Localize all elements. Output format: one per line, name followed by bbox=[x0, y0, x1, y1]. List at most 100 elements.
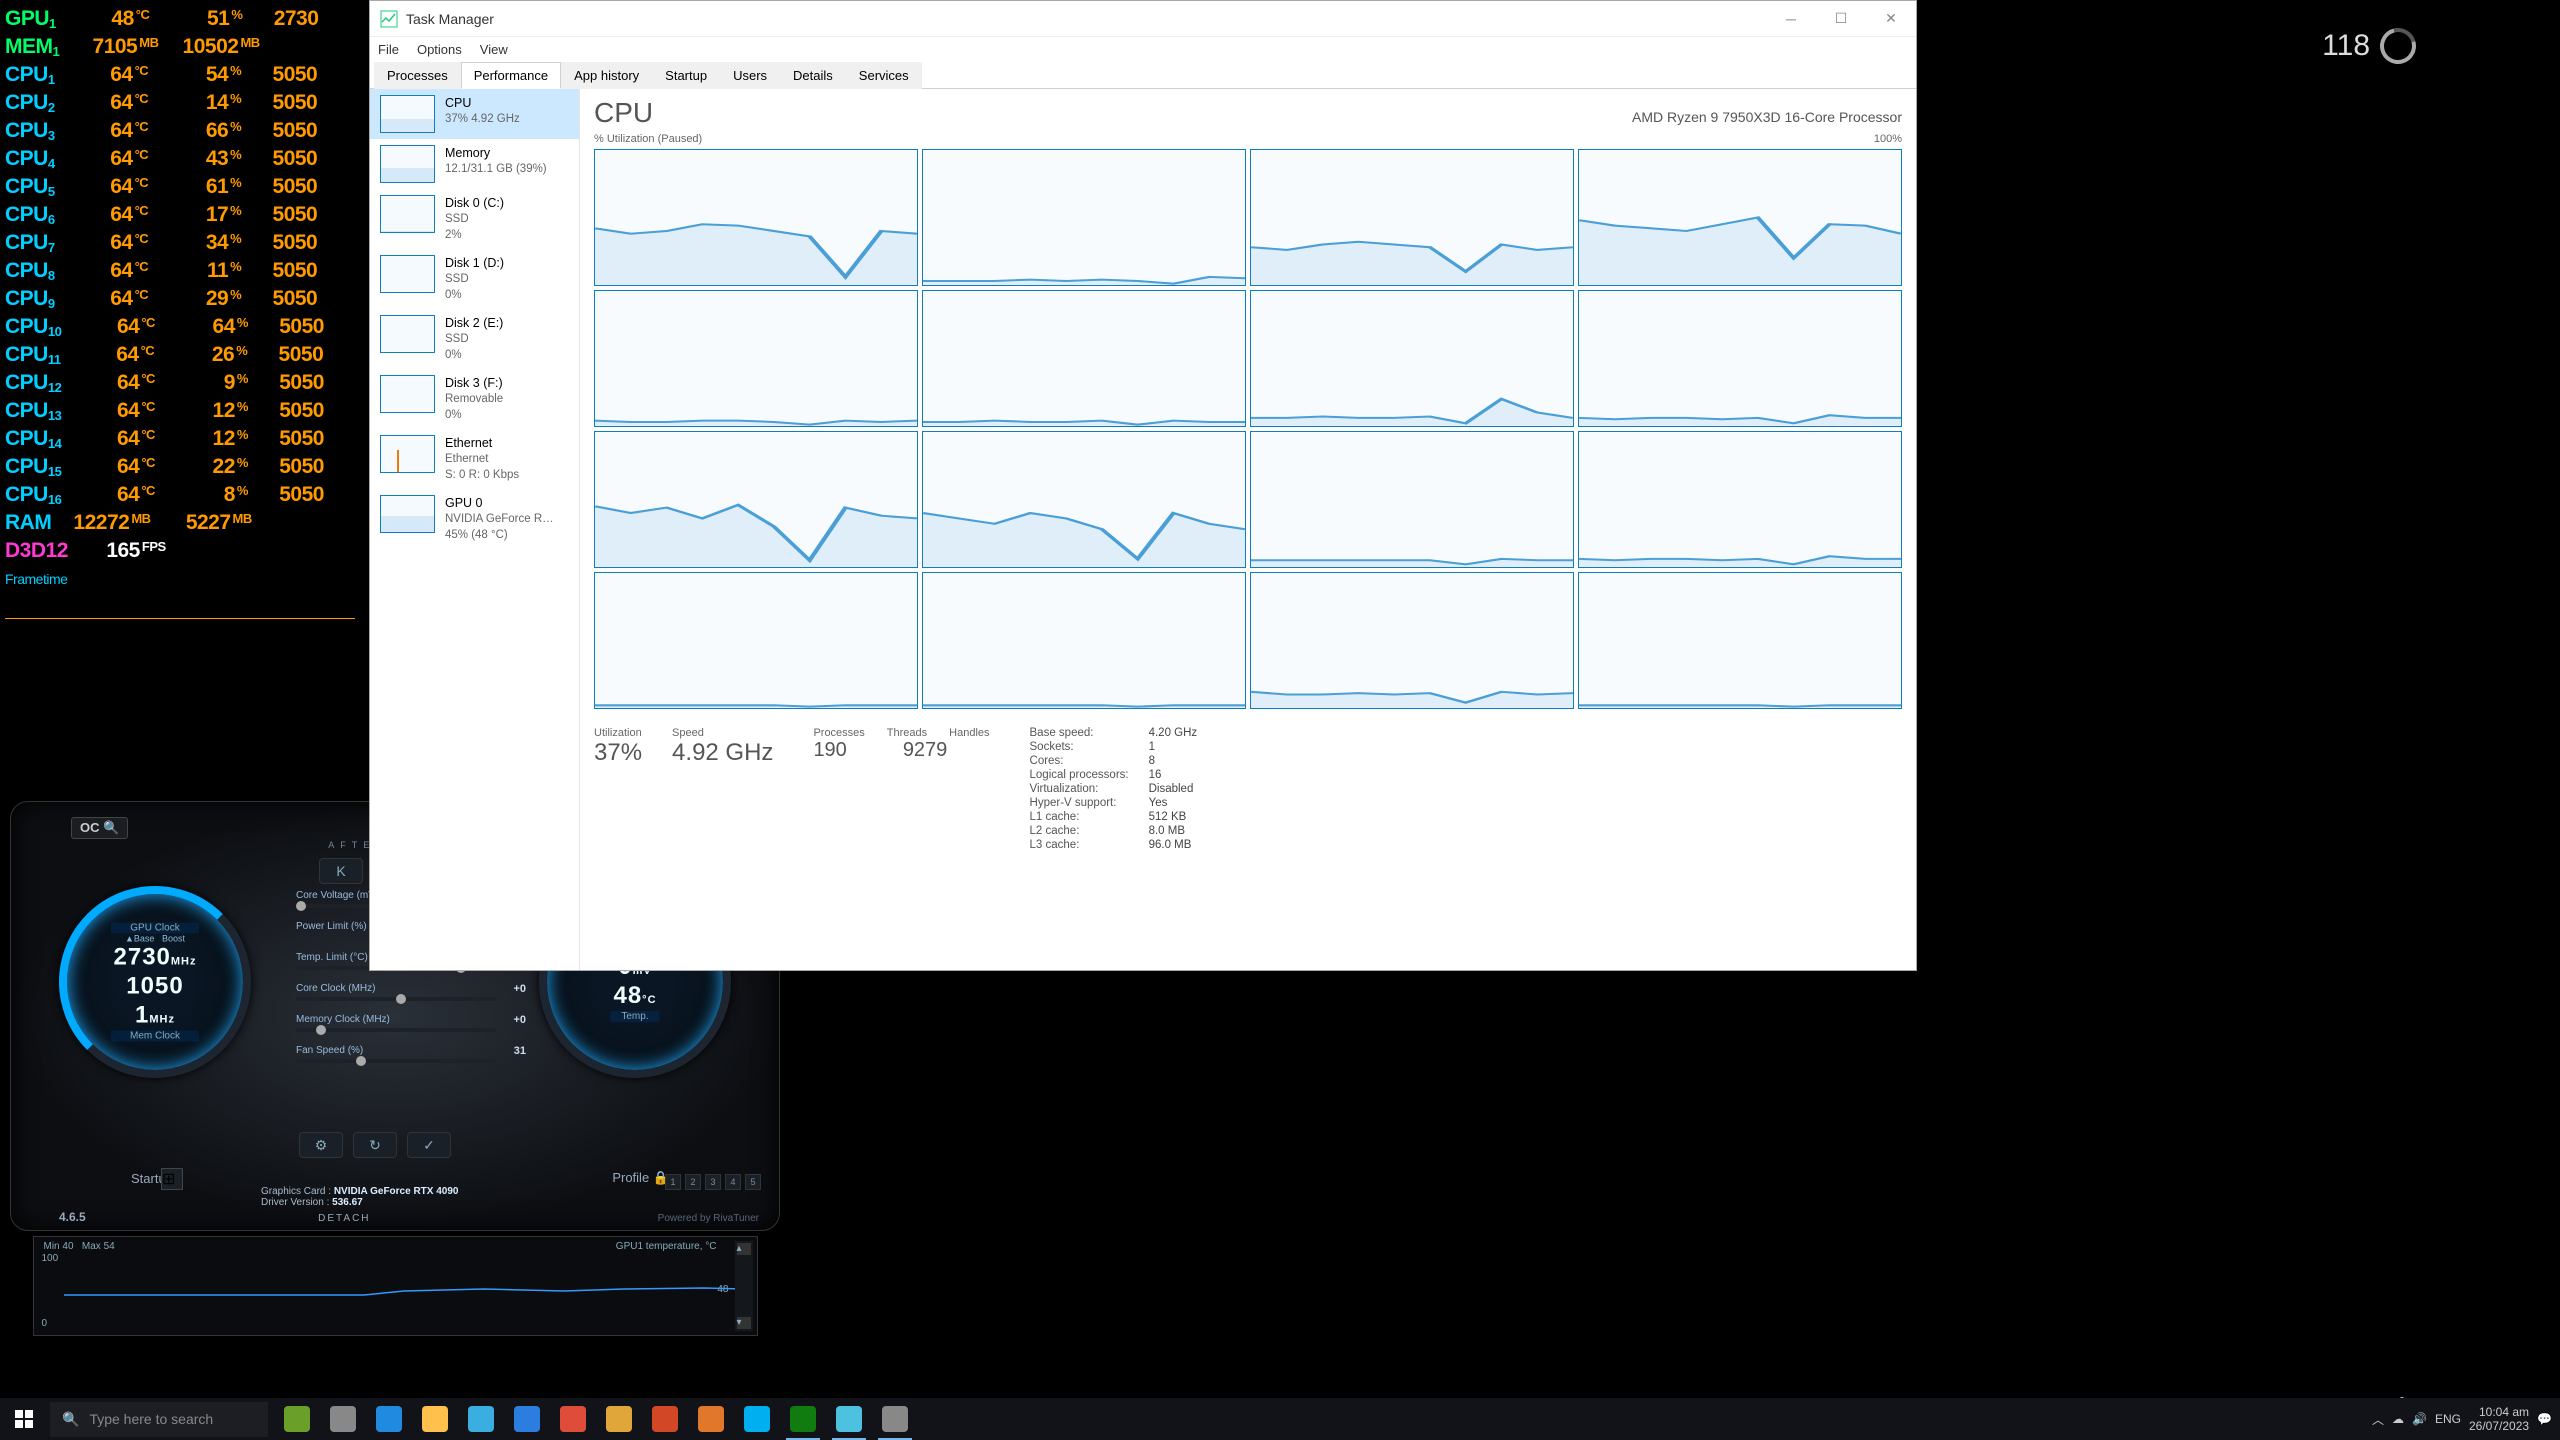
detach-button[interactable]: DETACH bbox=[318, 1213, 370, 1224]
ab-k-button[interactable]: K bbox=[319, 858, 363, 884]
slider-fan-speed-[interactable]: Fan Speed (%)31 bbox=[296, 1045, 496, 1063]
tray-notifications-icon[interactable]: 💬 bbox=[2537, 1412, 2552, 1426]
menu-options[interactable]: Options bbox=[417, 42, 462, 57]
taskbar-app-skype[interactable] bbox=[734, 1398, 780, 1440]
taskbar[interactable]: 🔍 Type here to search ︿ ☁ 🔊 ENG 10:04 am… bbox=[0, 1398, 2560, 1440]
taskbar-app-afterburner[interactable] bbox=[872, 1398, 918, 1440]
system-tray[interactable]: ︿ ☁ 🔊 ENG 10:04 am 26/07/2023 💬 bbox=[2372, 1398, 2560, 1440]
taskbar-app-powerpoint[interactable] bbox=[642, 1398, 688, 1440]
taskbar-app-edge[interactable] bbox=[366, 1398, 412, 1440]
minimize-button[interactable]: ─ bbox=[1766, 1, 1816, 37]
tray-chevron-icon[interactable]: ︿ bbox=[2372, 1411, 2384, 1428]
tabs: ProcessesPerformanceApp historyStartupUs… bbox=[370, 61, 1916, 89]
settings-button[interactable]: ⚙ bbox=[299, 1132, 343, 1158]
sidebar-item-disk-1-d-[interactable]: Disk 1 (D:)SSD0% bbox=[370, 249, 579, 309]
chart-subleft: % Utilization (Paused) bbox=[594, 133, 702, 145]
taskbar-app-chrome[interactable] bbox=[550, 1398, 596, 1440]
sidebar-item-disk-3-f-[interactable]: Disk 3 (F:)Removable0% bbox=[370, 369, 579, 429]
chart-subright: 100% bbox=[1874, 133, 1902, 145]
tray-volume-icon[interactable]: 🔊 bbox=[2412, 1412, 2427, 1426]
taskbar-app-xbox[interactable] bbox=[780, 1398, 826, 1440]
tab-details[interactable]: Details bbox=[780, 62, 846, 89]
fps-value: 118 bbox=[2322, 29, 2370, 63]
cpu-core-4[interactable] bbox=[594, 290, 918, 427]
startup-windows-button[interactable]: ⊞ bbox=[161, 1168, 183, 1190]
tab-app-history[interactable]: App history bbox=[561, 62, 652, 89]
profile-label: Profile 🔒 bbox=[612, 1170, 669, 1186]
sidebar-item-disk-2-e-[interactable]: Disk 2 (E:)SSD0% bbox=[370, 309, 579, 369]
apply-button[interactable]: ✓ bbox=[407, 1132, 451, 1158]
cpu-core-7[interactable] bbox=[1578, 290, 1902, 427]
msi-text-overlay: GPU148°C51%2730MEM17105MB10502MBCPU164°C… bbox=[5, 5, 355, 619]
oc-scanner-button[interactable]: OC 🔍 bbox=[71, 817, 128, 839]
fps-counter: 118 bbox=[2322, 28, 2416, 64]
reset-button[interactable]: ↻ bbox=[353, 1132, 397, 1158]
taskbar-app-taskview[interactable] bbox=[320, 1398, 366, 1440]
menubar: File Options View bbox=[370, 37, 1916, 61]
cpu-core-11[interactable] bbox=[1578, 431, 1902, 568]
cpu-core-15[interactable] bbox=[1578, 572, 1902, 709]
cpu-core-3[interactable] bbox=[1578, 149, 1902, 286]
cpu-core-8[interactable] bbox=[594, 431, 918, 568]
page-title: CPU bbox=[594, 97, 653, 129]
tray-lang[interactable]: ENG bbox=[2435, 1412, 2461, 1426]
cpu-core-12[interactable] bbox=[594, 572, 918, 709]
cpu-core-5[interactable] bbox=[922, 290, 1246, 427]
cpu-core-2[interactable] bbox=[1250, 149, 1574, 286]
graph-title: GPU1 temperature, °C bbox=[616, 1241, 717, 1252]
tab-performance[interactable]: Performance bbox=[461, 62, 561, 89]
profile-preset-5[interactable]: 5 bbox=[745, 1174, 761, 1190]
taskbar-app-explorer[interactable] bbox=[412, 1398, 458, 1440]
cpu-core-9[interactable] bbox=[922, 431, 1246, 568]
cpu-core-14[interactable] bbox=[1250, 572, 1574, 709]
cpu-core-6[interactable] bbox=[1250, 290, 1574, 427]
profile-preset-4[interactable]: 4 bbox=[725, 1174, 741, 1190]
cpu-core-0[interactable] bbox=[594, 149, 918, 286]
titlebar[interactable]: Task Manager ─ ☐ ✕ bbox=[370, 1, 1916, 37]
search-box[interactable]: 🔍 Type here to search bbox=[50, 1402, 268, 1437]
sidebar-item-memory[interactable]: Memory12.1/31.1 GB (39%) bbox=[370, 139, 579, 189]
slider-memory-clock-mhz-[interactable]: Memory Clock (MHz)+0 bbox=[296, 1014, 496, 1032]
menu-file[interactable]: File bbox=[378, 42, 399, 57]
graph-scrollbar[interactable]: ▴▾ bbox=[735, 1241, 753, 1331]
tab-startup[interactable]: Startup bbox=[652, 62, 720, 89]
window-title: Task Manager bbox=[406, 11, 494, 27]
profile-preset-3[interactable]: 3 bbox=[705, 1174, 721, 1190]
cpu-core-10[interactable] bbox=[1250, 431, 1574, 568]
tray-cloud-icon[interactable]: ☁ bbox=[2392, 1412, 2404, 1426]
taskbar-app-firefox[interactable] bbox=[688, 1398, 734, 1440]
perf-main: CPU AMD Ryzen 9 7950X3D 16-Core Processo… bbox=[580, 89, 1916, 970]
close-button[interactable]: ✕ bbox=[1866, 1, 1916, 37]
cpu-name: AMD Ryzen 9 7950X3D 16-Core Processor bbox=[1632, 109, 1902, 125]
taskbar-app-taskmgr[interactable] bbox=[826, 1398, 872, 1440]
cpu-core-grid[interactable] bbox=[594, 149, 1902, 709]
gpu-clock-gauge: GPU Clock ▲Base Boost 2730MHz 1050 1MHz … bbox=[59, 886, 251, 1078]
cpu-core-1[interactable] bbox=[922, 149, 1246, 286]
sidebar-item-cpu[interactable]: CPU37% 4.92 GHz bbox=[370, 89, 579, 139]
taskbar-app-mail[interactable] bbox=[504, 1398, 550, 1440]
clock[interactable]: 10:04 am 26/07/2023 bbox=[2469, 1405, 2529, 1433]
taskbar-app-snip[interactable] bbox=[596, 1398, 642, 1440]
taskbar-app-store[interactable] bbox=[458, 1398, 504, 1440]
sidebar-item-gpu-0[interactable]: GPU 0NVIDIA GeForce R…45% (48 °C) bbox=[370, 489, 579, 549]
tab-services[interactable]: Services bbox=[846, 62, 922, 89]
taskmgr-icon bbox=[380, 10, 398, 28]
maximize-button[interactable]: ☐ bbox=[1816, 1, 1866, 37]
task-manager-window: Task Manager ─ ☐ ✕ File Options View Proce… bbox=[369, 0, 1917, 971]
cpu-core-13[interactable] bbox=[922, 572, 1246, 709]
menu-view[interactable]: View bbox=[480, 42, 508, 57]
start-button[interactable] bbox=[0, 1398, 48, 1440]
slider-core-clock-mhz-[interactable]: Core Clock (MHz)+0 bbox=[296, 983, 496, 1001]
tab-processes[interactable]: Processes bbox=[374, 62, 461, 89]
sidebar-item-disk-0-c-[interactable]: Disk 0 (C:)SSD2% bbox=[370, 189, 579, 249]
tab-users[interactable]: Users bbox=[720, 62, 780, 89]
profile-preset-2[interactable]: 2 bbox=[685, 1174, 701, 1190]
card-info: Graphics Card : NVIDIA GeForce RTX 4090 … bbox=[261, 1186, 459, 1208]
perf-sidebar: CPU37% 4.92 GHz Memory12.1/31.1 GB (39%)… bbox=[370, 89, 580, 970]
taskbar-app-cortana[interactable] bbox=[274, 1398, 320, 1440]
search-placeholder: Type here to search bbox=[89, 1411, 213, 1427]
profile-preset-1[interactable]: 1 bbox=[665, 1174, 681, 1190]
monitoring-graph[interactable]: Min 40 Max 54 GPU1 temperature, °C 100 0… bbox=[33, 1236, 758, 1336]
sidebar-item-ethernet[interactable]: EthernetEthernetS: 0 R: 0 Kbps bbox=[370, 429, 579, 489]
fps-ring-icon bbox=[2373, 21, 2422, 70]
